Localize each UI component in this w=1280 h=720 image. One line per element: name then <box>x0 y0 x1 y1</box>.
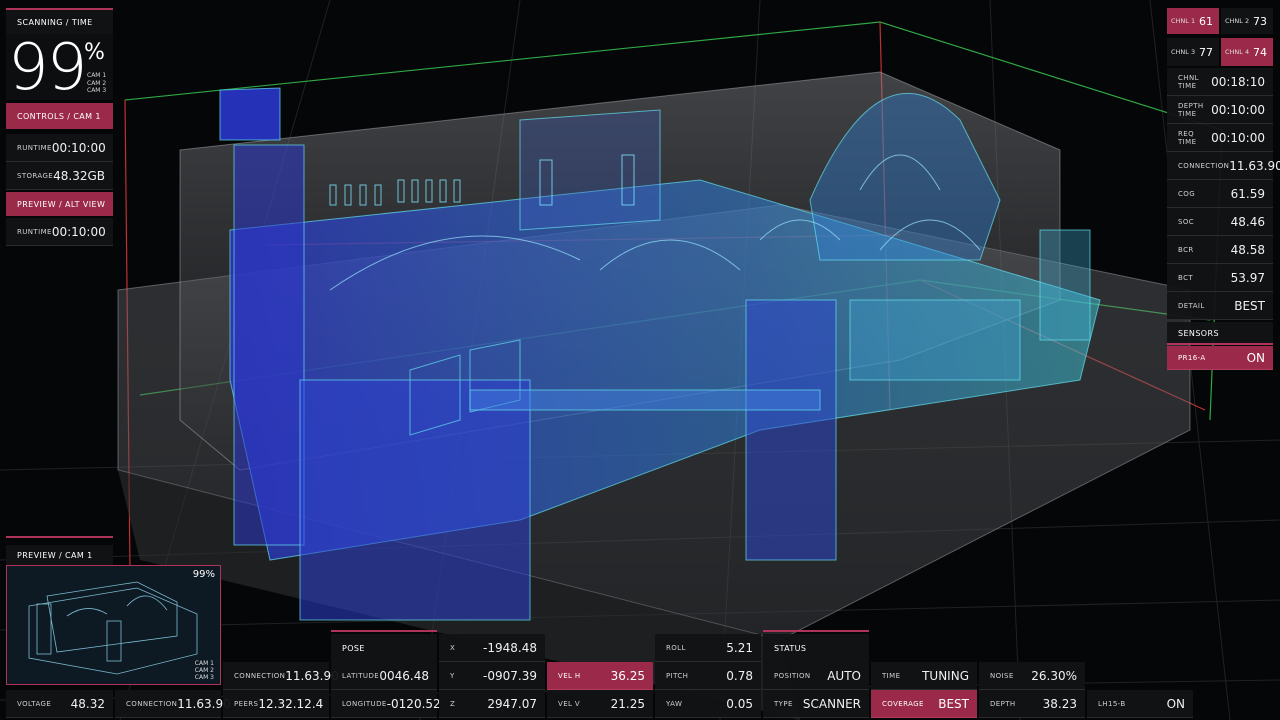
preview-cam-topline <box>6 536 113 538</box>
status-topline <box>763 630 869 632</box>
sensor-pr16a-row[interactable]: PR16-A ON <box>1167 346 1273 370</box>
connection-row-1: CONNECTION 11.63.90 <box>115 690 231 718</box>
right-stat-row: COG 61.59 <box>1167 180 1273 208</box>
channel-1[interactable]: CHNL 1 61 <box>1167 8 1219 34</box>
right-stat-row: SOC 48.46 <box>1167 208 1273 236</box>
peers-row: PEERS 12.32.12.4 <box>223 690 329 718</box>
right-stat-label: COG <box>1178 189 1196 198</box>
roll-row: ROLL 5.21 <box>655 634 761 662</box>
preview-alt-header[interactable]: PREVIEW / ALT VIEW <box>6 192 113 216</box>
noise-row: NOISE 26.30% <box>979 662 1085 690</box>
z-row: Z 2947.07 <box>439 690 545 718</box>
x-row: X -1948.48 <box>439 634 545 662</box>
channel-3[interactable]: CHNL 3 77 <box>1167 38 1219 66</box>
runtime-value: 00:10:00 <box>51 140 106 155</box>
longitude-row: LONGITUDE -0120.52 <box>331 690 441 718</box>
scan-percent-sign: % <box>84 40 105 65</box>
sensor-value: ON <box>1246 350 1265 365</box>
alt-runtime-label: RUNTIME <box>17 227 52 236</box>
right-stat-label: DETAIL <box>1178 301 1205 310</box>
depth-row: DEPTH 38.23 <box>979 690 1085 718</box>
controls-header[interactable]: CONTROLS / CAM 1 <box>6 103 113 129</box>
right-stat-value: 48.58 <box>1230 242 1265 257</box>
preview-cam-thumbnail[interactable]: 99% CAM 1 CAM 2 CAM 3 <box>6 565 221 685</box>
right-stat-value: 53.97 <box>1230 270 1265 285</box>
right-stat-value: BEST <box>1234 298 1265 313</box>
coverage-row[interactable]: COVERAGE BEST <box>871 690 977 718</box>
sensors-header: SENSORS <box>1167 322 1273 344</box>
runtime-label: RUNTIME <box>17 143 52 152</box>
vel-h-row[interactable]: VEL H 36.25 <box>547 662 653 690</box>
alt-runtime-value: 00:10:00 <box>51 224 106 239</box>
controls-storage-row: STORAGE 48.32GB <box>6 162 113 190</box>
right-stat-label: BCT <box>1178 273 1194 282</box>
storage-value: 48.32GB <box>53 168 106 183</box>
sensor-label: PR16-A <box>1178 353 1206 362</box>
vel-v-row: VEL V 21.25 <box>547 690 653 718</box>
preview-cam-header: PREVIEW / CAM 1 <box>6 545 113 565</box>
pitch-row: PITCH 0.78 <box>655 662 761 690</box>
right-stat-row: DETAIL BEST <box>1167 292 1273 320</box>
right-stat-row: CHNL TIME 00:18:10 <box>1167 68 1273 96</box>
right-stat-label: BCR <box>1178 245 1194 254</box>
preview-cam-list: CAM 1 CAM 2 CAM 3 <box>194 660 214 681</box>
latitude-row: LATITUDE 0046.48 <box>331 662 437 690</box>
right-stat-row: DEPTH TIME 00:10:00 <box>1167 96 1273 124</box>
right-stat-value: 48.46 <box>1230 214 1265 229</box>
right-stat-value: 61.59 <box>1230 186 1265 201</box>
preview-alt-runtime-row: RUNTIME 00:10:00 <box>6 218 113 246</box>
right-stat-label: CHNL TIME <box>1178 73 1199 90</box>
sensors-topline <box>1167 343 1273 345</box>
right-stat-row: REQ TIME 00:10:00 <box>1167 124 1273 152</box>
status-header: STATUS <box>763 634 869 662</box>
storage-label: STORAGE <box>17 171 54 180</box>
right-stat-value: 00:10:00 <box>1211 130 1265 145</box>
position-row: POSITION AUTO <box>763 662 869 690</box>
pose-header: POSE <box>331 634 437 662</box>
right-stat-label: DEPTH TIME <box>1178 101 1204 118</box>
controls-runtime-row: RUNTIME 00:10:00 <box>6 134 113 162</box>
pose-topline <box>331 630 437 632</box>
preview-scan-sketch <box>28 581 198 675</box>
right-stat-label: SOC <box>1178 217 1195 226</box>
voltage-row: VOLTAGE 48.32 <box>6 690 113 718</box>
scan-cam-list: CAM 1 CAM 2 CAM 3 <box>87 72 107 94</box>
right-stat-value: 11.63.90 <box>1229 158 1280 173</box>
y-row: Y -0907.39 <box>439 662 545 690</box>
type-row: TYPE SCANNER <box>763 690 869 718</box>
yaw-row: YAW 0.05 <box>655 690 761 718</box>
right-stat-label: REQ TIME <box>1178 129 1197 146</box>
right-stat-value: 00:18:10 <box>1211 74 1265 89</box>
channel-2[interactable]: CHNL 2 73 <box>1221 8 1273 34</box>
right-stat-label: CONNECTION <box>1178 161 1230 170</box>
lh15b-row: LH15-B ON <box>1087 690 1193 718</box>
right-stat-row: BCT 53.97 <box>1167 264 1273 292</box>
channel-4[interactable]: CHNL 4 74 <box>1221 38 1273 66</box>
right-stat-row: CONNECTION 11.63.90 <box>1167 152 1280 180</box>
connection-row-2: CONNECTION 11.63.90 <box>223 662 339 690</box>
scan-percent: 99 <box>8 31 87 105</box>
right-stat-value: 00:10:00 <box>1211 102 1265 117</box>
right-stat-row: BCR 48.58 <box>1167 236 1273 264</box>
preview-percent: 99% <box>192 569 215 580</box>
time-row: TIME TUNING <box>871 662 977 690</box>
